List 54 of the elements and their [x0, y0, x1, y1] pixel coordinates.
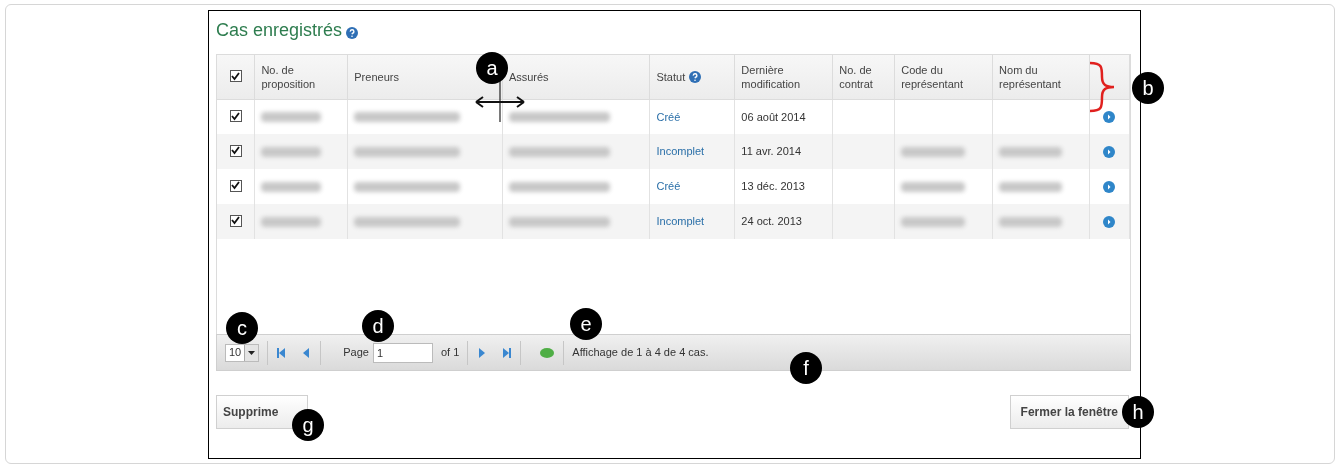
page-count: of 1: [440, 345, 460, 361]
table-cell: 13 déc. 2013: [741, 180, 805, 193]
column-header[interactable]: Dernière modification: [741, 62, 827, 91]
column-header[interactable]: Nom du représentant: [999, 62, 1083, 91]
blurred-text: [261, 146, 322, 157]
check-icon: [231, 181, 241, 191]
check-icon: [231, 71, 241, 81]
checkbox[interactable]: [229, 144, 242, 157]
column-header[interactable]: No. de proposition: [261, 62, 342, 91]
column-header[interactable]: Preneurs: [354, 69, 399, 84]
check-icon: [231, 111, 241, 121]
checkbox[interactable]: [229, 70, 242, 82]
column-header[interactable]: No. de contrat: [839, 62, 889, 91]
help-icon[interactable]: [689, 70, 702, 83]
blurred-text: [901, 216, 965, 227]
check-icon: [231, 216, 241, 226]
last-page-icon[interactable]: [500, 346, 513, 359]
blurred-text: [261, 216, 322, 227]
column-header[interactable]: Statut: [656, 69, 686, 84]
callout-label: b: [1132, 72, 1164, 104]
arrow-circle-icon[interactable]: [1103, 180, 1116, 193]
column-header[interactable]: Code du représentant: [901, 62, 987, 91]
blurred-text: [999, 216, 1062, 227]
page-input[interactable]: 1: [372, 342, 433, 363]
checkbox[interactable]: [229, 214, 242, 227]
table-cell: 06 août 2014: [741, 110, 806, 123]
status-link[interactable]: Créé: [656, 180, 681, 193]
status-link[interactable]: Incomplet: [656, 145, 705, 158]
page-label: Page: [343, 345, 369, 361]
blurred-text: [999, 181, 1062, 192]
checkbox[interactable]: [229, 110, 242, 122]
blurred-text: [901, 146, 965, 157]
arrow-circle-icon[interactable]: [1103, 110, 1116, 123]
blurred-text: [901, 181, 965, 192]
status-link[interactable]: Créé: [656, 110, 681, 123]
help-icon[interactable]: [346, 26, 359, 39]
checkbox[interactable]: [229, 179, 242, 192]
status-link[interactable]: Incomplet: [656, 215, 705, 228]
page-size-select[interactable]: 10: [225, 343, 260, 362]
caret-icon: [248, 350, 256, 355]
pager-summary: Affichage de 1 à 4 de 4 cas.: [572, 345, 709, 361]
table-cell: 11 avr. 2014: [741, 145, 802, 158]
blurred-text: [999, 146, 1062, 157]
blurred-text: [261, 111, 322, 122]
bracket-drawing: [1088, 61, 1116, 113]
arrow-circle-icon[interactable]: [1103, 215, 1116, 228]
table-cell: 24 oct. 2013: [741, 215, 802, 228]
check-icon: [231, 146, 241, 156]
page-title: Cas enregistrés: [216, 19, 343, 42]
column-header[interactable]: Assurés: [508, 69, 549, 84]
blurred-text: [261, 181, 322, 192]
close-window-button[interactable]: Fermer la fenêtre: [1009, 395, 1129, 429]
callout-label: h: [1122, 396, 1154, 428]
arrow-circle-icon[interactable]: [1103, 145, 1116, 158]
